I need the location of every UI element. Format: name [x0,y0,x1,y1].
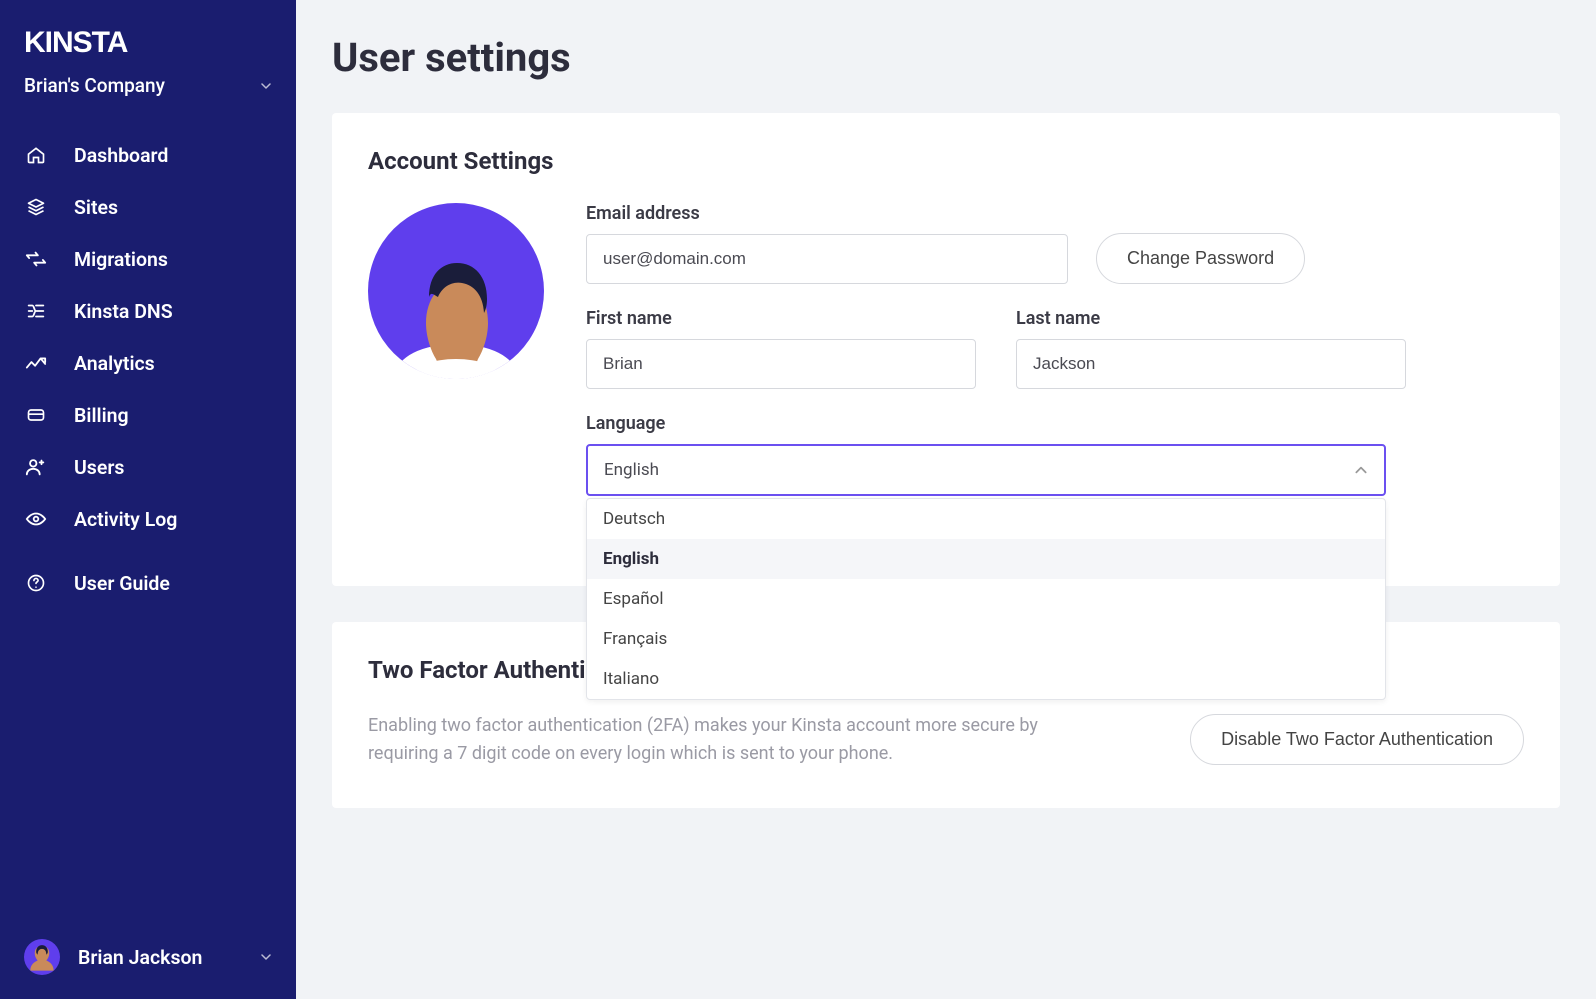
sidebar-item-label: Activity Log [74,508,177,531]
billing-icon [24,403,48,427]
language-option-espanol[interactable]: Español [587,579,1385,619]
language-label: Language [586,413,1386,434]
stack-icon [24,195,48,219]
email-field[interactable] [586,234,1068,284]
sidebar: KINSTA Brian's Company Dashboard Sites M… [0,0,296,999]
sidebar-item-label: Users [74,456,124,479]
sidebar-item-label: Kinsta DNS [74,300,173,323]
sidebar-item-dns[interactable]: Kinsta DNS [0,285,296,337]
migrate-icon [24,247,48,271]
sidebar-item-billing[interactable]: Billing [0,389,296,441]
sidebar-item-dashboard[interactable]: Dashboard [0,129,296,181]
tfa-description: Enabling two factor authentication (2FA)… [368,712,1048,768]
eye-icon [24,507,48,531]
sidebar-item-users[interactable]: Users [0,441,296,493]
users-icon [24,455,48,479]
lastname-label: Last name [1016,308,1406,329]
sidebar-item-activity[interactable]: Activity Log [0,493,296,545]
main-content: User settings Account Settings Email add… [296,0,1596,999]
chevron-up-icon [1354,463,1368,477]
language-option-deutsch[interactable]: Deutsch [587,499,1385,539]
disable-tfa-button[interactable]: Disable Two Factor Authentication [1190,714,1524,765]
language-dropdown: Deutsch English Español Français Italian… [586,498,1386,700]
sidebar-item-sites[interactable]: Sites [0,181,296,233]
firstname-label: First name [586,308,976,329]
firstname-field[interactable] [586,339,976,389]
dns-icon [24,299,48,323]
home-icon [24,143,48,167]
sidebar-item-label: Migrations [74,248,168,271]
account-settings-card: Account Settings Email address Ch [332,113,1560,586]
account-heading: Account Settings [368,147,1524,175]
brand-logo: KINSTA [24,26,272,60]
user-menu[interactable]: Brian Jackson [0,929,296,985]
email-label: Email address [586,203,1068,224]
avatar [24,939,60,975]
logo-area: KINSTA [0,20,296,68]
analytics-icon [24,351,48,375]
language-option-english[interactable]: English [587,539,1385,579]
sidebar-item-label: Sites [74,196,118,219]
company-selector[interactable]: Brian's Company [0,68,296,123]
sidebar-item-label: Billing [74,404,129,427]
language-option-italiano[interactable]: Italiano [587,659,1385,699]
sidebar-item-guide[interactable]: User Guide [0,557,296,609]
sidebar-item-migrations[interactable]: Migrations [0,233,296,285]
chevron-down-icon [260,951,272,963]
language-select[interactable]: English [586,444,1386,496]
primary-nav: Dashboard Sites Migrations Kinsta DNS An… [0,123,296,609]
footer-user-name: Brian Jackson [78,946,202,969]
lastname-field[interactable] [1016,339,1406,389]
language-selected-value: English [604,460,659,480]
sidebar-item-analytics[interactable]: Analytics [0,337,296,389]
help-icon [24,571,48,595]
sidebar-item-label: Dashboard [74,144,168,167]
chevron-down-icon [260,80,272,92]
page-title: User settings [332,34,1560,81]
language-option-francais[interactable]: Français [587,619,1385,659]
sidebar-item-label: User Guide [74,572,170,595]
company-name: Brian's Company [24,74,165,97]
change-password-button[interactable]: Change Password [1096,233,1305,284]
sidebar-item-label: Analytics [74,352,155,375]
avatar-large[interactable] [368,203,544,379]
